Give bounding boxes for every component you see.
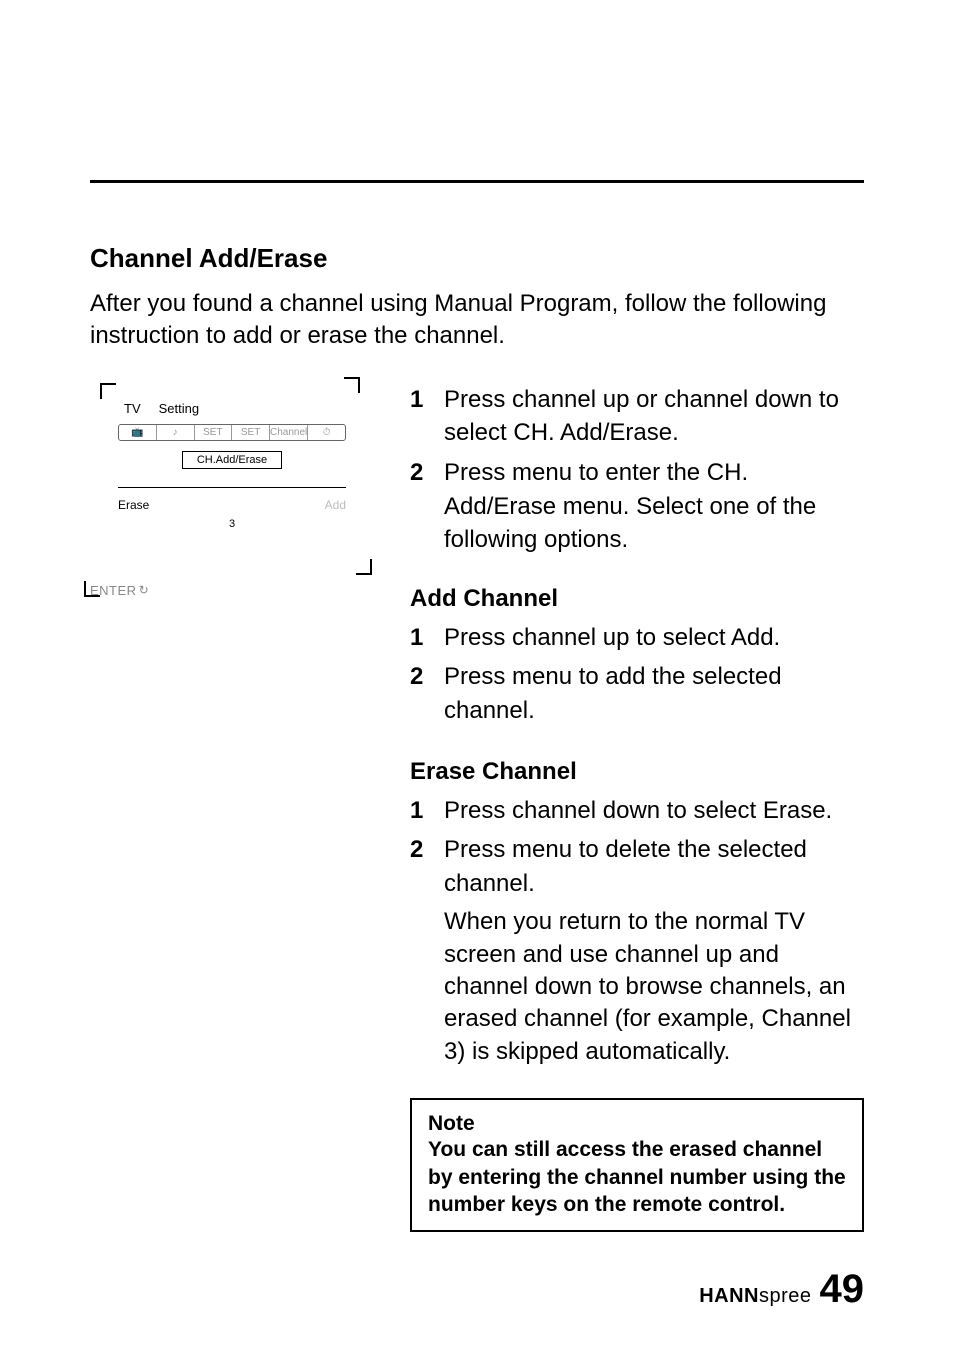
osd-icon: ⏱ [308, 425, 345, 440]
osd-selected-item: CH.Add/Erase [182, 451, 282, 469]
step-item: Press channel up or channel down to sele… [410, 383, 864, 450]
osd-header-left: TV [124, 401, 141, 416]
note-heading: Note [428, 1112, 846, 1136]
osd-icon: 📺 [119, 425, 157, 440]
erase-steps-list: Press channel down to select Erase. Pres… [410, 794, 864, 901]
step-item: Press channel up to select Add. [410, 621, 864, 655]
erase-continuation: When you return to the normal TV screen … [444, 906, 864, 1068]
osd-icon: ♪ [157, 425, 195, 440]
note-body: You can still access the erased channel … [428, 1136, 846, 1218]
osd-header-right: Setting [159, 401, 199, 416]
top-divider [90, 180, 864, 183]
osd-channel-number: 3 [118, 518, 346, 530]
note-box: Note You can still access the erased cha… [410, 1098, 864, 1232]
osd-screenshot: TV Setting 📺 ♪ SET SET Channel ⏱ CH.Add/… [90, 383, 370, 583]
osd-icon: SET [195, 425, 233, 440]
intro-text: After you found a channel using Manual P… [90, 288, 864, 353]
add-channel-heading: Add Channel [410, 585, 864, 613]
osd-icon: SET [232, 425, 270, 440]
enter-arrow-icon: ↻ [139, 583, 150, 597]
page-footer: HANNspree 49 [699, 1267, 864, 1312]
step-item: Press channel down to select Erase. [410, 794, 864, 828]
erase-channel-heading: Erase Channel [410, 758, 864, 786]
osd-icon-row: 📺 ♪ SET SET Channel ⏱ [118, 424, 346, 441]
page-number: 49 [820, 1267, 865, 1312]
section-title: Channel Add/Erase [90, 243, 864, 274]
main-steps-list: Press channel up or channel down to sele… [410, 383, 864, 557]
step-item: Press menu to delete the selected channe… [410, 833, 864, 900]
step-item: Press menu to add the selected channel. [410, 660, 864, 727]
osd-erase-label: Erase [118, 498, 149, 512]
add-steps-list: Press channel up to select Add. Press me… [410, 621, 864, 728]
osd-enter-label: ENTER↻ [90, 583, 370, 598]
step-item: Press menu to enter the CH. Add/Erase me… [410, 456, 864, 557]
osd-add-label: Add [325, 498, 346, 512]
brand-logo: HANNspree [699, 1285, 811, 1308]
osd-icon: Channel [270, 425, 308, 440]
